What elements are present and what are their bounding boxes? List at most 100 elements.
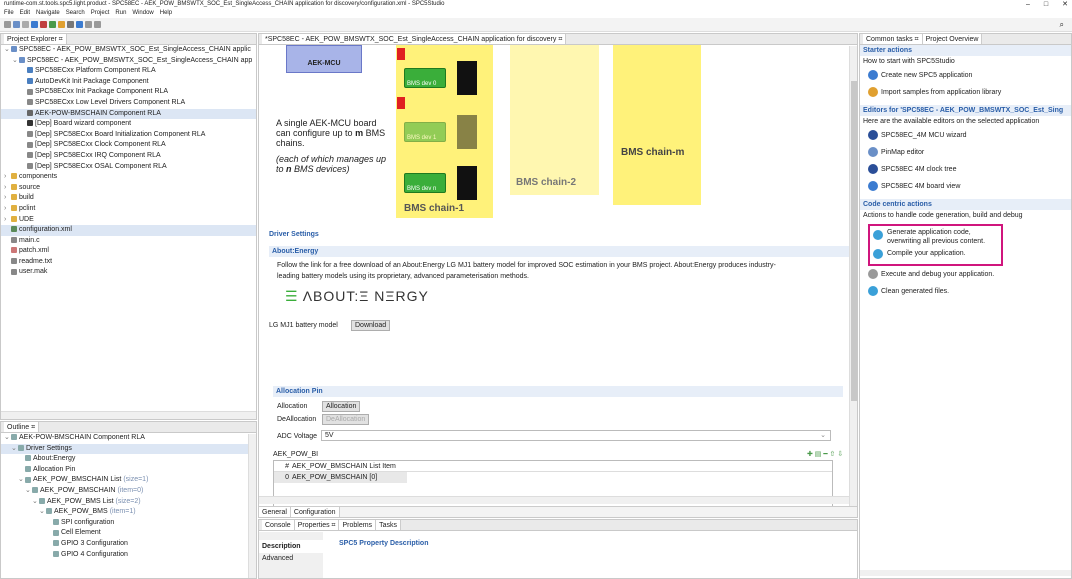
expand-toggle-icon[interactable]: › — [4, 193, 11, 204]
expand-toggle-icon[interactable]: › — [4, 183, 11, 194]
import-samples-action[interactable]: Import samples from application library — [860, 84, 1071, 101]
help-icon[interactable] — [76, 21, 83, 28]
expand-toggle-icon[interactable]: ⌄ — [39, 507, 46, 518]
execute-debug-action[interactable]: Execute and debug your application. — [860, 266, 1071, 283]
tree-item[interactable]: ⌄ AEK_POW_BMSCHAIN (item=0) — [1, 486, 256, 497]
menu-edit[interactable]: Edit — [20, 10, 30, 16]
compile-action[interactable]: Compile your application. — [873, 247, 1001, 261]
expand-toggle-icon[interactable]: ⌄ — [11, 444, 18, 455]
tasks-hscrollbar[interactable] — [860, 570, 1071, 576]
nav-back-icon[interactable] — [85, 21, 92, 28]
menu-run[interactable]: Run — [115, 10, 126, 16]
tree-item[interactable]: About:Energy — [1, 454, 256, 465]
tree-item[interactable]: GPIO 4 Configuration — [1, 550, 256, 561]
explorer-hscrollbar[interactable] — [1, 411, 256, 419]
clock-tree-action[interactable]: SPC58EC 4M clock tree — [860, 161, 1071, 178]
expand-toggle-icon[interactable]: ⌄ — [32, 497, 39, 508]
tree-item[interactable]: SPC58ECxx Low Level Drivers Component RL… — [1, 98, 256, 109]
tree-item[interactable]: [Dep] SPC58ECxx Board Initialization Com… — [1, 130, 256, 141]
tab-general[interactable]: General — [259, 507, 291, 517]
editors-header[interactable]: Editors for 'SPC58EC - AEK_POW_BMSWTX_SO… — [860, 105, 1071, 116]
tree-item[interactable]: ⌄ AEK_POW_BMS List (size=2) — [1, 497, 256, 508]
tree-item[interactable]: [Dep] SPC58ECxx Clock Component RLA — [1, 140, 256, 151]
tree-item[interactable]: › pclint — [1, 204, 256, 215]
expand-toggle-icon[interactable]: › — [4, 172, 11, 183]
expand-toggle-icon[interactable]: ⌄ — [4, 45, 11, 56]
tab-problems[interactable]: Problems — [339, 520, 377, 530]
tree-item[interactable]: › components — [1, 172, 256, 183]
new-icon[interactable] — [4, 21, 11, 28]
tab-configuration[interactable]: Configuration — [290, 507, 340, 517]
tree-item[interactable]: › build — [1, 193, 256, 204]
print-icon[interactable] — [22, 21, 29, 28]
tree-item[interactable]: [Dep] Board wizard component — [1, 119, 256, 130]
expand-toggle-icon[interactable]: ⌄ — [25, 486, 32, 497]
minimize-button[interactable]: – — [1026, 1, 1030, 8]
nav-forward-icon[interactable] — [94, 21, 101, 28]
board-view-action[interactable]: SPC58EC 4M board view — [860, 178, 1071, 195]
menu-help[interactable]: Help — [160, 10, 172, 16]
tab-project-explorer[interactable]: Project Explorer ⌗ — [4, 34, 67, 44]
tree-item[interactable]: SPC58ECxx Platform Component RLA — [1, 66, 256, 77]
expand-toggle-icon[interactable]: ⌄ — [12, 56, 19, 67]
maximize-button[interactable]: □ — [1044, 1, 1048, 8]
clean-files-action[interactable]: Clean generated files. — [860, 283, 1071, 300]
settings-icon[interactable] — [67, 21, 74, 28]
tree-item[interactable]: readme.txt — [1, 257, 256, 268]
tree-item[interactable]: configuration.xml — [1, 225, 256, 236]
expand-toggle-icon[interactable]: › — [4, 215, 11, 226]
expand-toggle-icon[interactable]: › — [4, 204, 11, 215]
tab-console[interactable]: Console — [262, 520, 295, 530]
outline-vscrollbar[interactable] — [248, 434, 256, 578]
starter-actions-header[interactable]: Starter actions — [860, 45, 1071, 56]
tree-item[interactable]: [Dep] SPC58ECxx OSAL Component RLA — [1, 162, 256, 173]
tree-item[interactable]: patch.xml — [1, 246, 256, 257]
tool-icon[interactable] — [58, 21, 65, 28]
tree-item[interactable]: Cell Element — [1, 528, 256, 539]
list-toolbar-icons[interactable]: ✚ ▤ ━ ⇧ ⇩ — [807, 450, 843, 458]
tree-item[interactable]: GPIO 3 Configuration — [1, 539, 256, 550]
code-centric-header[interactable]: Code centric actions — [860, 199, 1071, 210]
save-icon[interactable] — [13, 21, 20, 28]
menu-project[interactable]: Project — [91, 10, 110, 16]
expand-toggle-icon[interactable]: ⌄ — [4, 433, 11, 444]
tab-project-overview[interactable]: Project Overview — [922, 34, 983, 44]
tree-item[interactable]: Allocation Pin — [1, 465, 256, 476]
mcu-wizard-action[interactable]: SPC58EC_4M MCU wizard — [860, 127, 1071, 144]
tab-properties[interactable]: Properties ⌗ — [294, 520, 340, 530]
pinmap-editor-action[interactable]: PinMap editor — [860, 144, 1071, 161]
tree-item[interactable]: ⌄ AEK-POW-BMSCHAIN Component RLA — [1, 433, 256, 444]
tab-tasks[interactable]: Tasks — [376, 520, 401, 530]
create-application-action[interactable]: Create new SPC5 application — [860, 67, 1071, 84]
menu-navigate[interactable]: Navigate — [36, 10, 60, 16]
tree-item[interactable]: ⌄ AEK_POW_BMS (item=1) — [1, 507, 256, 518]
menu-search[interactable]: Search — [66, 10, 85, 16]
allocation-button[interactable]: Allocation — [322, 401, 361, 412]
window-controls[interactable]: – □ ✕ — [1012, 0, 1068, 9]
build-icon[interactable] — [31, 21, 38, 28]
download-button[interactable]: Download — [351, 320, 391, 331]
scroll-thumb[interactable] — [851, 81, 857, 401]
close-button[interactable]: ✕ — [1062, 1, 1068, 8]
menu-file[interactable]: File — [4, 10, 14, 16]
tree-item[interactable]: AEK-POW-BMSCHAIN Component RLA — [1, 108, 256, 120]
adc-voltage-select[interactable]: 5V ⌄ — [321, 430, 831, 441]
debug-icon[interactable] — [40, 21, 47, 28]
tab-configuration-editor[interactable]: *SPC58EC - AEK_POW_BMSWTX_SOC_Est_Single… — [262, 34, 567, 44]
tree-item[interactable]: SPC58ECxx Init Package Component RLA — [1, 87, 256, 98]
tree-item[interactable]: ⌄ AEK_POW_BMSCHAIN List (size=1) — [1, 475, 256, 486]
tree-item[interactable]: user.mak — [1, 267, 256, 278]
tree-item[interactable]: › UDE — [1, 215, 256, 226]
tree-item[interactable]: › source — [1, 183, 256, 194]
deallocation-button[interactable]: DeAllocation — [322, 414, 370, 425]
search-icon[interactable]: ⌕ — [1060, 20, 1064, 30]
about-energy-header[interactable]: About:Energy — [269, 246, 849, 257]
menu-window[interactable]: Window — [132, 10, 153, 16]
tree-item[interactable]: ⌄ SPC58EC - AEK_POW_BMSWTX_SOC_Est_Single… — [1, 56, 256, 67]
tree-item[interactable]: [Dep] SPC58ECxx IRQ Component RLA — [1, 151, 256, 162]
expand-toggle-icon[interactable]: ⌄ — [18, 475, 25, 486]
tree-item[interactable]: ⌄ Driver Settings — [1, 443, 256, 455]
editor-hscrollbar[interactable] — [259, 496, 849, 504]
tree-item[interactable]: ⌄ SPC58EC - AEK_POW_BMSWTX_SOC_Est_Single… — [1, 45, 256, 56]
allocation-pin-header[interactable]: Allocation Pin — [273, 386, 843, 397]
